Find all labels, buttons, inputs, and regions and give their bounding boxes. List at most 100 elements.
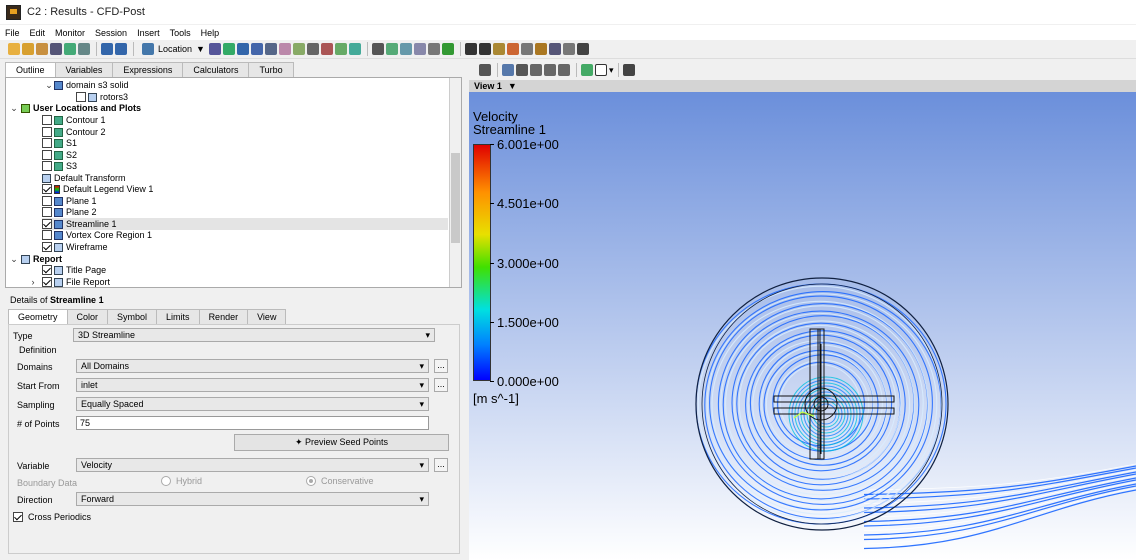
tree-item-user-locations[interactable]: ⌄ User Locations and Plots (9, 102, 141, 114)
tree-item-s3[interactable]: S3 (42, 160, 77, 172)
viewer-help-icon[interactable] (622, 64, 635, 76)
tab-expressions[interactable]: Expressions (112, 62, 184, 77)
variable-more-button[interactable]: ... (434, 458, 448, 472)
probe-icon[interactable] (506, 43, 519, 55)
visibility-checkbox[interactable] (76, 92, 86, 102)
direction-select[interactable]: Forward (76, 492, 429, 506)
undo-icon[interactable] (101, 43, 113, 55)
visibility-checkbox[interactable] (42, 196, 52, 206)
visibility-checkbox[interactable] (42, 219, 52, 229)
function-calculator-icon[interactable] (520, 43, 533, 55)
coordinate-frame-icon[interactable] (292, 43, 305, 55)
visibility-checkbox[interactable] (42, 150, 52, 160)
close-results-icon[interactable] (50, 43, 62, 55)
domains-more-button[interactable]: ... (434, 359, 448, 373)
tab-outline[interactable]: Outline (5, 62, 56, 77)
tree-item-file-report[interactable]: › File Report (28, 276, 110, 287)
visibility-checkbox[interactable] (42, 115, 52, 125)
cross-periodics-checkbox[interactable] (13, 512, 23, 522)
visibility-checkbox[interactable] (42, 265, 52, 275)
select-icon[interactable] (479, 64, 491, 76)
menu-session[interactable]: Session (90, 28, 132, 38)
tab-geometry[interactable]: Geometry (8, 309, 68, 324)
tab-limits[interactable]: Limits (156, 309, 200, 324)
tree-item-title-page[interactable]: Title Page (42, 264, 106, 276)
menu-insert[interactable]: Insert (132, 28, 165, 38)
figure-icon[interactable] (441, 43, 454, 55)
scrollbar-thumb[interactable] (451, 153, 460, 243)
animation-icon[interactable] (478, 43, 491, 55)
menu-edit[interactable]: Edit (25, 28, 51, 38)
chevron-down-icon[interactable]: ⌄ (9, 103, 19, 114)
tree-item-plane2[interactable]: Plane 2 (42, 206, 97, 218)
tab-turbo[interactable]: Turbo (248, 62, 294, 77)
3d-viewport[interactable]: Velocity Streamline 1 6.001e+00 4.501e+0… (469, 92, 1136, 560)
zoom-icon[interactable] (530, 64, 542, 76)
radio-button[interactable] (161, 476, 171, 486)
table-icon[interactable] (399, 43, 412, 55)
timestep-icon[interactable] (464, 43, 477, 55)
tab-calculators[interactable]: Calculators (182, 62, 250, 77)
menu-help[interactable]: Help (196, 28, 225, 38)
visibility-checkbox[interactable] (42, 230, 52, 240)
tab-variables[interactable]: Variables (54, 62, 114, 77)
tree-item-contour1[interactable]: Contour 1 (42, 114, 106, 126)
tree-item-wireframe[interactable]: Wireframe (42, 241, 108, 253)
cross-periodics-toggle[interactable]: Cross Periodics (13, 512, 91, 522)
preview-seed-points-button[interactable]: ✦ Preview Seed Points (234, 434, 449, 451)
macro-calculator-icon[interactable] (534, 43, 547, 55)
view-selector[interactable]: View 1 ▼ (469, 80, 1136, 92)
start-from-select[interactable]: inlet (76, 378, 429, 392)
save-state-icon[interactable] (64, 43, 76, 55)
particle-track-icon[interactable] (250, 43, 263, 55)
tree-item-vortex[interactable]: Vortex Core Region 1 (42, 229, 152, 241)
instance-transform-icon[interactable] (320, 43, 333, 55)
load-results-icon[interactable] (36, 43, 48, 55)
legend-icon[interactable] (306, 43, 319, 55)
radio-button[interactable] (306, 476, 316, 486)
tab-view[interactable]: View (247, 309, 287, 324)
zoom-box-icon[interactable] (544, 64, 556, 76)
domains-select[interactable]: All Domains (76, 359, 429, 373)
visibility-checkbox[interactable] (42, 184, 52, 194)
start-from-more-button[interactable]: ... (434, 378, 448, 392)
tab-render[interactable]: Render (198, 309, 249, 324)
visibility-checkbox[interactable] (42, 207, 52, 217)
command-editor-icon[interactable] (576, 43, 589, 55)
location-dropdown[interactable]: Location ▼ (142, 43, 205, 55)
chevron-down-icon[interactable]: ▼ (508, 81, 517, 91)
tree-item-default-legend[interactable]: Default Legend View 1 (42, 183, 153, 195)
visibility-checkbox[interactable] (42, 161, 52, 171)
tree-scrollbar[interactable] (449, 78, 461, 287)
highlight-icon[interactable] (581, 64, 593, 76)
streamline-icon[interactable] (236, 43, 249, 55)
open-file-icon[interactable] (22, 43, 34, 55)
chevron-down-icon[interactable]: ⌄ (44, 80, 54, 91)
chevron-down-icon[interactable]: ▾ (609, 65, 614, 76)
visibility-checkbox[interactable] (42, 242, 52, 252)
new-file-icon[interactable] (8, 43, 20, 55)
tree-item-s1[interactable]: S1 (42, 137, 77, 149)
save-picture-icon[interactable] (78, 43, 90, 55)
tab-symbol[interactable]: Symbol (107, 309, 158, 324)
hybrid-radio[interactable]: Hybrid (161, 476, 202, 486)
zoom-fit-icon[interactable] (558, 64, 570, 76)
volume-rendering-icon[interactable] (264, 43, 277, 55)
chart-icon[interactable] (413, 43, 426, 55)
color-map-icon[interactable] (348, 43, 361, 55)
menu-monitor[interactable]: Monitor (50, 28, 90, 38)
points-stepper[interactable]: 75 (76, 416, 429, 430)
clip-plane-icon[interactable] (334, 43, 347, 55)
menu-file[interactable]: File (0, 28, 25, 38)
pan-icon[interactable] (516, 64, 528, 76)
visibility-checkbox[interactable] (42, 277, 52, 287)
conservative-radio[interactable]: Conservative (306, 476, 374, 486)
visibility-checkbox[interactable] (42, 127, 52, 137)
variable-select[interactable]: Velocity (76, 458, 429, 472)
contour-icon[interactable] (222, 43, 235, 55)
tab-color[interactable]: Color (66, 309, 109, 324)
mesh-calculator-icon[interactable] (548, 43, 561, 55)
vector-icon[interactable] (208, 43, 221, 55)
expression-icon[interactable] (385, 43, 398, 55)
menu-tools[interactable]: Tools (165, 28, 196, 38)
